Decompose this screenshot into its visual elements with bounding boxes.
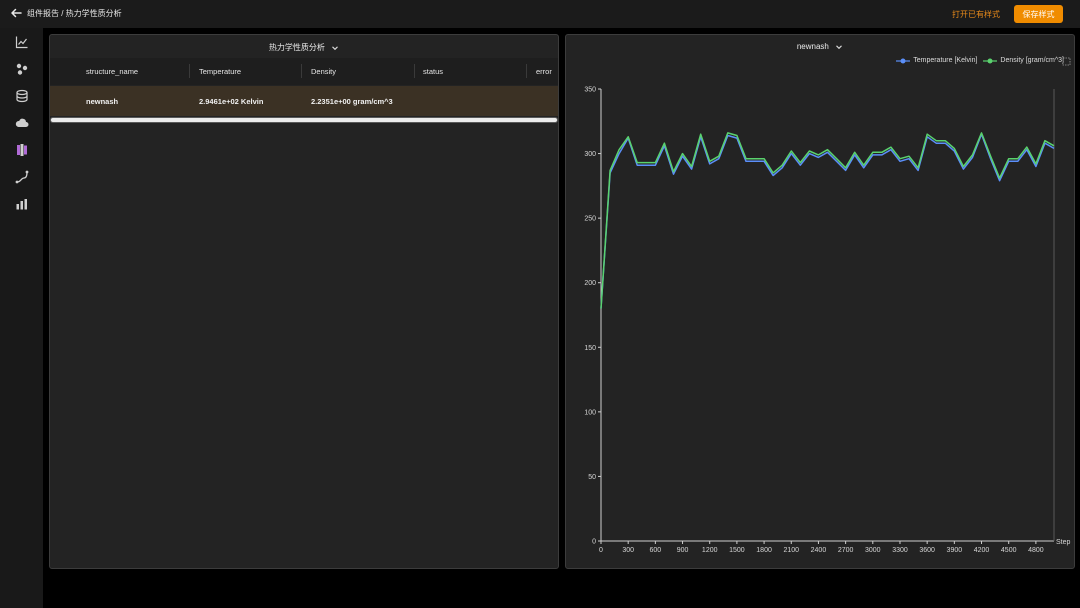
column-header-error[interactable]: error (536, 67, 552, 76)
y-tick-label: 300 (584, 151, 596, 158)
column-header-status[interactable]: status (423, 67, 443, 76)
x-tick-label: 0 (599, 547, 603, 554)
column-divider (526, 64, 527, 78)
series-line-density (600, 132, 1055, 309)
x-tick-label: 3900 (947, 547, 963, 554)
molecule-icon[interactable] (15, 62, 29, 76)
y-tick-label: 350 (584, 87, 596, 94)
x-tick-label: 900 (677, 547, 689, 554)
chevron-down-icon[interactable] (331, 44, 339, 52)
y-tick-label: 0 (592, 539, 596, 546)
x-tick-label: 600 (650, 547, 662, 554)
x-tick-label: 4200 (974, 547, 990, 554)
column-divider (301, 64, 302, 78)
table-panel-title: 热力学性质分析 (268, 43, 325, 52)
table-header: structure_name Temperature Density statu… (50, 58, 558, 85)
cluster-icon[interactable] (15, 143, 29, 157)
x-tick-label: 300 (622, 547, 634, 554)
column-header-density[interactable]: Density (311, 67, 336, 76)
scrollbar-thumb[interactable] (51, 118, 557, 122)
x-tick-label: 2400 (811, 547, 827, 554)
line-chart-icon[interactable] (15, 35, 29, 49)
table-row[interactable]: newnash 2.9461e+02 Kelvin 2.2351e+00 gra… (50, 86, 558, 116)
left-nav (0, 28, 43, 608)
line-chart[interactable]: 0 50 100 150 200 250 300 350 0 300 600 900 1200 1500 1… (566, 35, 1074, 568)
column-header-structure-name[interactable]: structure_name (86, 67, 138, 76)
x-tick-label: 2700 (838, 547, 854, 554)
table-panel-header: 热力学性质分析 (50, 42, 558, 53)
top-bar: 组件报告 / 热力学性质分析 打开已有样式 保存样式 (0, 0, 1080, 28)
x-tick-label: 3300 (892, 547, 908, 554)
x-tick-label: 3000 (865, 547, 881, 554)
database-icon[interactable] (15, 89, 29, 103)
series-line-temperature (600, 133, 1055, 309)
x-tick-label: 4500 (1001, 547, 1017, 554)
chart-panel: newnash Temperature [Kelvin] Density [gr… (565, 34, 1075, 569)
x-tick-label: 3600 (919, 547, 935, 554)
back-arrow-icon[interactable] (8, 5, 24, 21)
y-tick-label: 50 (588, 474, 596, 481)
bar-chart-icon[interactable] (15, 197, 29, 211)
column-divider (189, 64, 190, 78)
cloud-icon[interactable] (15, 116, 29, 130)
x-tick-label: 1500 (729, 547, 745, 554)
x-tick-label: 1800 (756, 547, 772, 554)
save-style-button[interactable]: 保存样式 (1014, 5, 1063, 23)
path-icon[interactable] (15, 170, 29, 184)
table-panel: 热力学性质分析 structure_name Temperature Densi… (49, 34, 559, 569)
x-tick-label: 1200 (702, 547, 718, 554)
y-tick-label: 200 (584, 280, 596, 287)
open-saved-style-link[interactable]: 打开已有样式 (952, 9, 1000, 20)
y-tick-label: 250 (584, 216, 596, 223)
breadcrumb: 组件报告 / 热力学性质分析 (27, 9, 122, 18)
cell-temperature: 2.9461e+02 Kelvin (199, 97, 264, 106)
x-tick-label: 2100 (783, 547, 799, 554)
horizontal-scrollbar[interactable] (50, 117, 558, 123)
cell-structure-name: newnash (86, 97, 119, 106)
cell-density: 2.2351e+00 gram/cm^3 (311, 97, 393, 106)
y-tick-label: 150 (584, 345, 596, 352)
x-axis-title: Step (1056, 539, 1071, 546)
column-header-temperature[interactable]: Temperature (199, 67, 241, 76)
x-tick-label: 4800 (1028, 547, 1044, 554)
y-tick-label: 100 (584, 409, 596, 416)
column-divider (414, 64, 415, 78)
